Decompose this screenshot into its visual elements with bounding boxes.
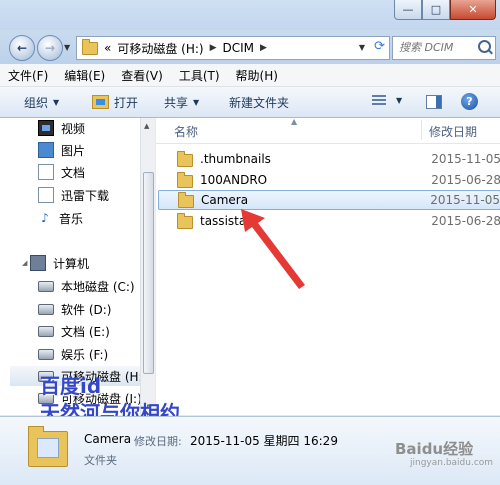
- baidu-url: jingyan.baidu.com: [410, 458, 494, 468]
- details-modified-value: 2015-11-05 星期四 16:29: [190, 434, 338, 448]
- details-modified-label: 修改日期:: [134, 435, 182, 448]
- folder-thumbnail-icon: [28, 426, 68, 467]
- details-type: 文件夹: [84, 454, 117, 467]
- details-name: Camera: [84, 432, 132, 446]
- explorer-window: — □ ✕ ← → ▼ « 可移动磁盘 (H:) ▶ DCIM ▶ ▼ ⟳ 文件…: [0, 0, 500, 485]
- baidu-logo: Baidu经验: [395, 440, 474, 458]
- watermark-line-1: 百度id: [40, 374, 102, 398]
- red-arrow-shape: [241, 209, 305, 289]
